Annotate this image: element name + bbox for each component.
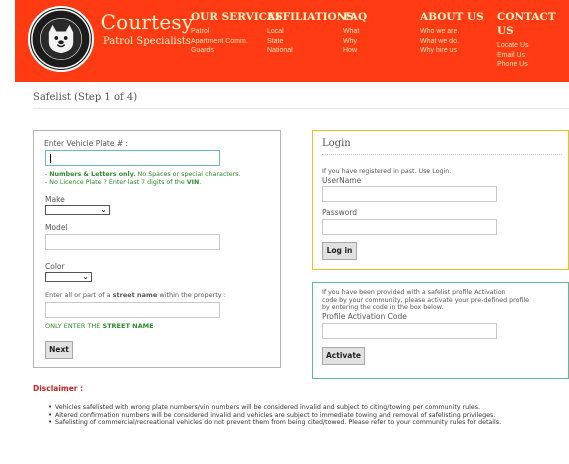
title-divider (33, 108, 569, 109)
street-label: Enter all or part of a street name withi… (45, 291, 226, 299)
nav-about-us: ABOUT US Who we are. What we do. Why hir… (420, 10, 484, 56)
nav-link-why[interactable]: Why (343, 37, 367, 47)
brand: Courtesy Patrol Specialists (97, 10, 197, 47)
nav-link-state[interactable]: State (267, 37, 354, 47)
brand-subtitle: Patrol Specialists (102, 36, 192, 47)
nav-link-email-us[interactable]: Email Us (497, 51, 569, 61)
disclaimer-title: Disclaimer : (33, 384, 84, 393)
chevron-down-icon: ⌄ (100, 205, 107, 214)
login-divider (322, 154, 562, 155)
nav-link-local[interactable]: Local (267, 27, 354, 37)
model-label: Model (45, 223, 68, 232)
model-input[interactable] (45, 234, 220, 250)
disclaimer-item: Safelisting of commercial/recreational v… (48, 419, 568, 427)
make-select[interactable]: ⌄ (45, 205, 110, 215)
chevron-down-icon: ⌄ (82, 272, 89, 281)
password-label: Password (322, 208, 358, 217)
nav-title-affiliations[interactable]: AFFILIATIONS (267, 10, 354, 24)
username-input[interactable] (322, 186, 497, 202)
nav-affiliations: AFFILIATIONS Local State National (267, 10, 354, 56)
login-info: If you have registered in past. Use Logi… (322, 168, 452, 175)
nav-title-contact-us[interactable]: CONTACT US (497, 10, 569, 38)
nav-link-how[interactable]: How (343, 46, 367, 56)
next-button[interactable]: Next (45, 341, 73, 359)
activation-code-label: Profile Activation Code (322, 312, 407, 321)
make-label: Make (45, 195, 65, 204)
color-label: Color (45, 262, 65, 271)
vehicle-form-panel: Enter Vehicle Plate # : - Numbers & Lett… (33, 130, 281, 368)
bulldog-badge-logo[interactable] (28, 6, 94, 72)
username-label: UserName (322, 176, 362, 185)
nav-faq: FAQ What Why How (343, 10, 367, 56)
activation-panel: If you have been provided with a safelis… (312, 282, 569, 379)
nav-link-phone-us[interactable]: Phone Us (497, 60, 569, 70)
nav-contact-us: CONTACT US Locate Us Email Us Phone Us (497, 10, 569, 70)
street-input[interactable] (45, 302, 220, 318)
nav-link-what-we-do[interactable]: What we do. (420, 37, 484, 47)
nav-link-national[interactable]: National (267, 46, 354, 56)
activation-info-1: If you have been provided with a safelis… (322, 289, 506, 296)
disclaimer-item: Altered confirmation numbers will be con… (48, 412, 568, 420)
plate-hint-1: - Numbers & Letters only. No Spaces or s… (45, 171, 241, 178)
nav-link-who-we-are[interactable]: Who we are. (420, 27, 484, 37)
nav-title-faq[interactable]: FAQ (343, 10, 367, 24)
activation-info-3: by entering the code in the box below. (322, 304, 444, 311)
site-header: Courtesy Patrol Specialists OUR SERVICES… (15, 0, 569, 82)
nav-link-why-hire-us[interactable]: Why hire us (420, 46, 484, 56)
nav-title-about-us[interactable]: ABOUT US (420, 10, 484, 24)
activate-button[interactable]: Activate (322, 347, 365, 365)
login-title: Login (322, 138, 351, 149)
plate-input[interactable] (45, 150, 220, 166)
disclaimer-list: Vehicles safelisted with wrong plate num… (48, 404, 568, 427)
street-hint: ONLY ENTER THE STREET NAME (45, 322, 154, 330)
nav-link-what[interactable]: What (343, 27, 367, 37)
activation-code-input[interactable] (322, 323, 497, 339)
text-caret (50, 154, 51, 163)
disclaimer-item: Vehicles safelisted with wrong plate num… (48, 404, 568, 412)
plate-hint-2: - No Licence Plate ? Enter last 7 digits… (45, 179, 202, 186)
plate-label: Enter Vehicle Plate # : (44, 139, 129, 148)
login-panel: Login If you have registered in past. Us… (312, 130, 569, 270)
page-title: Safelist (Step 1 of 4) (33, 92, 138, 103)
color-select[interactable]: ⌄ (45, 272, 92, 282)
password-input[interactable] (322, 219, 497, 235)
login-button[interactable]: Log in (322, 242, 357, 260)
nav-link-locate-us[interactable]: Locate Us (497, 41, 569, 51)
activation-info-2: code by your community, please activate … (322, 296, 530, 304)
brand-name: Courtesy (100, 10, 194, 34)
